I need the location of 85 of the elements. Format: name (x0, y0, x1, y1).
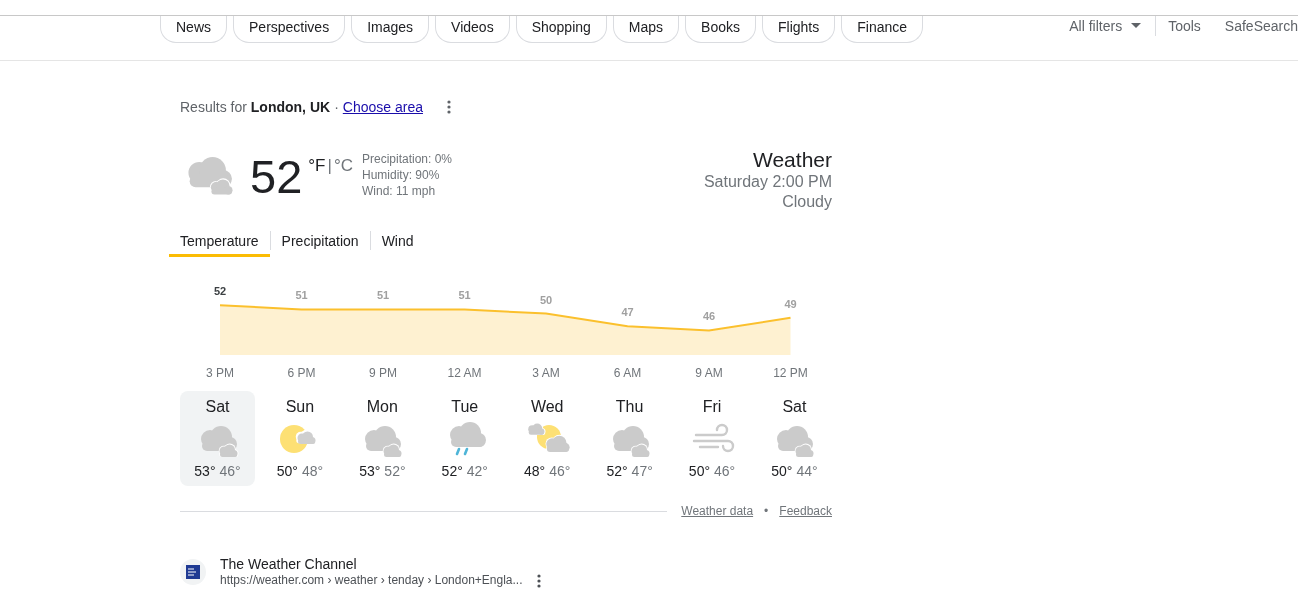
feedback-link[interactable]: Feedback (779, 502, 832, 520)
result-url: https://weather.com › weather › tenday › London+Engla... (220, 573, 523, 588)
day-card[interactable]: Mon 53° 52° (344, 391, 420, 486)
low-temperature: 46° (219, 462, 241, 481)
low-temperature: 47° (631, 462, 653, 481)
low-temperature: 52° (384, 462, 406, 481)
day-name: Sun (284, 397, 316, 417)
location-text: Results for London, UK (180, 97, 331, 117)
safesearch-button[interactable]: SafeSearch (1224, 16, 1298, 60)
search-tab[interactable]: Videos (435, 16, 510, 43)
search-tab[interactable]: Finance (841, 16, 924, 43)
weather-time: Saturday 2:00 PM (703, 172, 832, 192)
separator-dot: • (764, 503, 769, 520)
search-tab[interactable]: Books (685, 16, 756, 43)
axis-label: 6 PM (287, 366, 316, 380)
data-label: 47 (621, 306, 634, 319)
day-name: Mon (365, 397, 399, 417)
day-card[interactable]: Wed 48° 46° (509, 391, 585, 486)
search-tab[interactable]: Shopping (515, 16, 607, 43)
day-card[interactable]: Sat 53° 46° (180, 391, 255, 486)
day-name: Fri (701, 397, 723, 417)
unit-toggle[interactable]: °F (308, 153, 326, 217)
weather-detail: Precipitation: 0% (361, 151, 452, 167)
weather-condition: Cloudy (781, 192, 832, 212)
unit-toggle[interactable]: °C (333, 153, 353, 217)
day-name: Thu (614, 397, 645, 417)
high-temperature: 48° (524, 462, 546, 481)
unit-separator: | (327, 155, 332, 177)
low-temperature: 42° (466, 462, 488, 481)
day-name: Tue (450, 397, 480, 417)
result-title[interactable]: The Weather Channel (220, 556, 541, 573)
chart-tab[interactable]: Temperature (169, 231, 270, 257)
day-name: Sat (781, 397, 808, 417)
high-temperature: 52° (441, 462, 463, 481)
weather-detail: Wind: 11 mph (361, 183, 437, 199)
separator-dot: · (334, 97, 339, 117)
choose-area-link[interactable]: Choose area (342, 96, 423, 118)
caret-icon (1131, 23, 1142, 28)
search-tab[interactable]: News (160, 16, 227, 43)
chart-tab[interactable]: Wind (370, 231, 425, 257)
axis-label: 9 AM (695, 366, 723, 380)
axis-label: 3 AM (532, 366, 560, 380)
day-card[interactable]: Fri 50° 46° (674, 391, 750, 486)
more-options-icon[interactable] (446, 100, 451, 114)
data-label: 51 (458, 289, 471, 302)
high-temperature: 53° (194, 462, 216, 481)
day-name: Wed (529, 397, 565, 417)
weather-data-link[interactable]: Weather data (681, 502, 754, 520)
search-tab[interactable]: Perspectives (233, 16, 346, 43)
low-temperature: 48° (301, 462, 324, 481)
data-label: 51 (295, 289, 308, 302)
chart-tab[interactable]: Precipitation (270, 231, 370, 257)
day-card[interactable]: Sat 50° 44° (756, 391, 832, 486)
axis-label: 9 PM (369, 366, 397, 380)
more-options-icon[interactable] (536, 573, 541, 588)
high-temperature: 50° (688, 462, 711, 481)
high-temperature: 50° (276, 462, 298, 481)
day-card[interactable]: Sun 50° 48° (262, 391, 338, 486)
data-label: 49 (784, 297, 797, 310)
low-temperature: 46° (714, 462, 736, 481)
data-label: 50 (539, 293, 553, 306)
day-card[interactable]: Tue 52° 42° (427, 391, 503, 486)
weather-title: Weather (752, 148, 832, 172)
axis-label: 12 AM (447, 366, 482, 380)
axis-label: 12 PM (773, 366, 808, 380)
all-filters-button[interactable]: All filters (1069, 16, 1142, 60)
temperature-value: 52 (250, 153, 303, 205)
day-name: Sat (204, 397, 231, 417)
high-temperature: 50° (771, 462, 793, 481)
low-temperature: 44° (796, 462, 818, 481)
tools-button[interactable]: Tools (1168, 16, 1201, 60)
data-label: 52 (213, 285, 227, 298)
search-tab[interactable]: Images (351, 16, 430, 43)
site-favicon (180, 559, 206, 585)
search-tab[interactable]: Maps (612, 16, 680, 43)
high-temperature: 53° (359, 462, 381, 481)
high-temperature: 52° (606, 462, 628, 481)
search-tab[interactable]: Flights (762, 16, 836, 43)
low-temperature: 46° (549, 462, 571, 481)
weather-detail: Humidity: 90% (361, 167, 441, 183)
data-label: 51 (376, 289, 390, 302)
axis-label: 6 AM (613, 366, 642, 380)
day-card[interactable]: Thu 52° 47° (592, 391, 668, 486)
data-label: 46 (702, 310, 716, 323)
axis-label: 3 PM (206, 366, 234, 380)
